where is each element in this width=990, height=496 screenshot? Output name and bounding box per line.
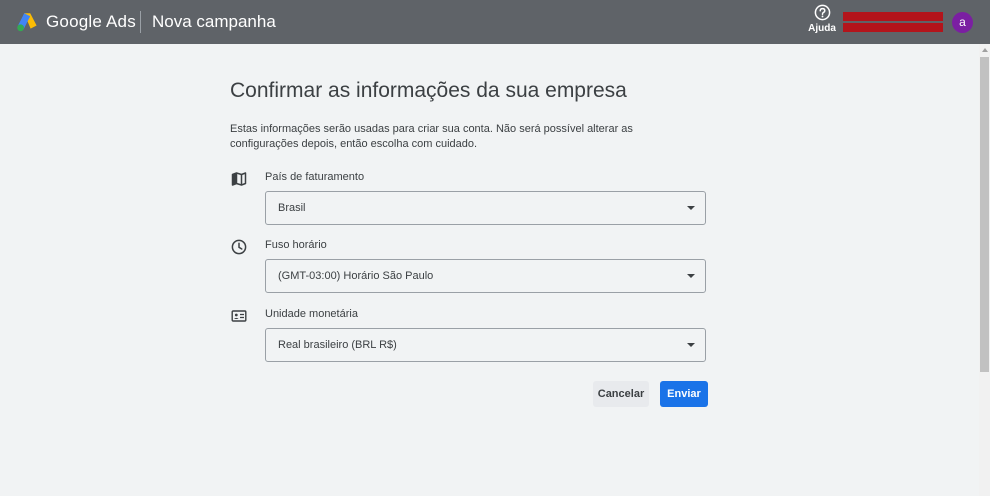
help-label: Ajuda bbox=[808, 23, 836, 34]
dropdown-arrow-icon bbox=[687, 343, 695, 347]
product-name: Google Ads bbox=[46, 12, 136, 31]
page-description: Estas informações serão usadas para cria… bbox=[230, 123, 633, 150]
dropdown-arrow-icon bbox=[687, 206, 695, 210]
billing-country-value: Brasil bbox=[278, 202, 306, 214]
billing-country-label: País de faturamento bbox=[265, 171, 365, 183]
clock-icon bbox=[231, 239, 247, 255]
help-button[interactable]: Ajuda bbox=[806, 4, 838, 34]
currency-label: Unidade monetária bbox=[265, 308, 358, 320]
google-ads-logo[interactable]: Google Ads bbox=[16, 11, 136, 33]
currency-select[interactable]: Real brasileiro (BRL R$) bbox=[265, 328, 706, 362]
currency-value: Real brasileiro (BRL R$) bbox=[278, 339, 397, 351]
time-zone-value: (GMT-03:00) Horário São Paulo bbox=[278, 270, 434, 282]
submit-button[interactable]: Enviar bbox=[660, 381, 708, 407]
time-zone-select[interactable]: (GMT-03:00) Horário São Paulo bbox=[265, 259, 706, 293]
dropdown-arrow-icon bbox=[687, 274, 695, 278]
page-title: Confirmar as informações da sua empresa bbox=[230, 79, 627, 102]
redacted-account-info bbox=[843, 12, 943, 21]
currency-card-icon bbox=[231, 310, 247, 322]
help-icon bbox=[814, 4, 830, 21]
google-ads-logo-icon bbox=[17, 13, 37, 32]
billing-country-select[interactable]: Brasil bbox=[265, 191, 706, 225]
time-zone-label: Fuso horário bbox=[265, 239, 327, 251]
cancel-button[interactable]: Cancelar bbox=[593, 381, 649, 407]
scrollbar-thumb[interactable] bbox=[980, 57, 989, 372]
campaign-title: Nova campanha bbox=[152, 12, 276, 31]
account-avatar[interactable]: a bbox=[952, 12, 973, 33]
redacted-account-info bbox=[843, 23, 943, 32]
top-app-bar: Google Ads Nova campanha Ajuda a bbox=[0, 0, 990, 44]
map-icon bbox=[231, 172, 247, 186]
scroll-up-arrow-icon[interactable] bbox=[982, 48, 988, 52]
header-divider bbox=[140, 11, 141, 33]
